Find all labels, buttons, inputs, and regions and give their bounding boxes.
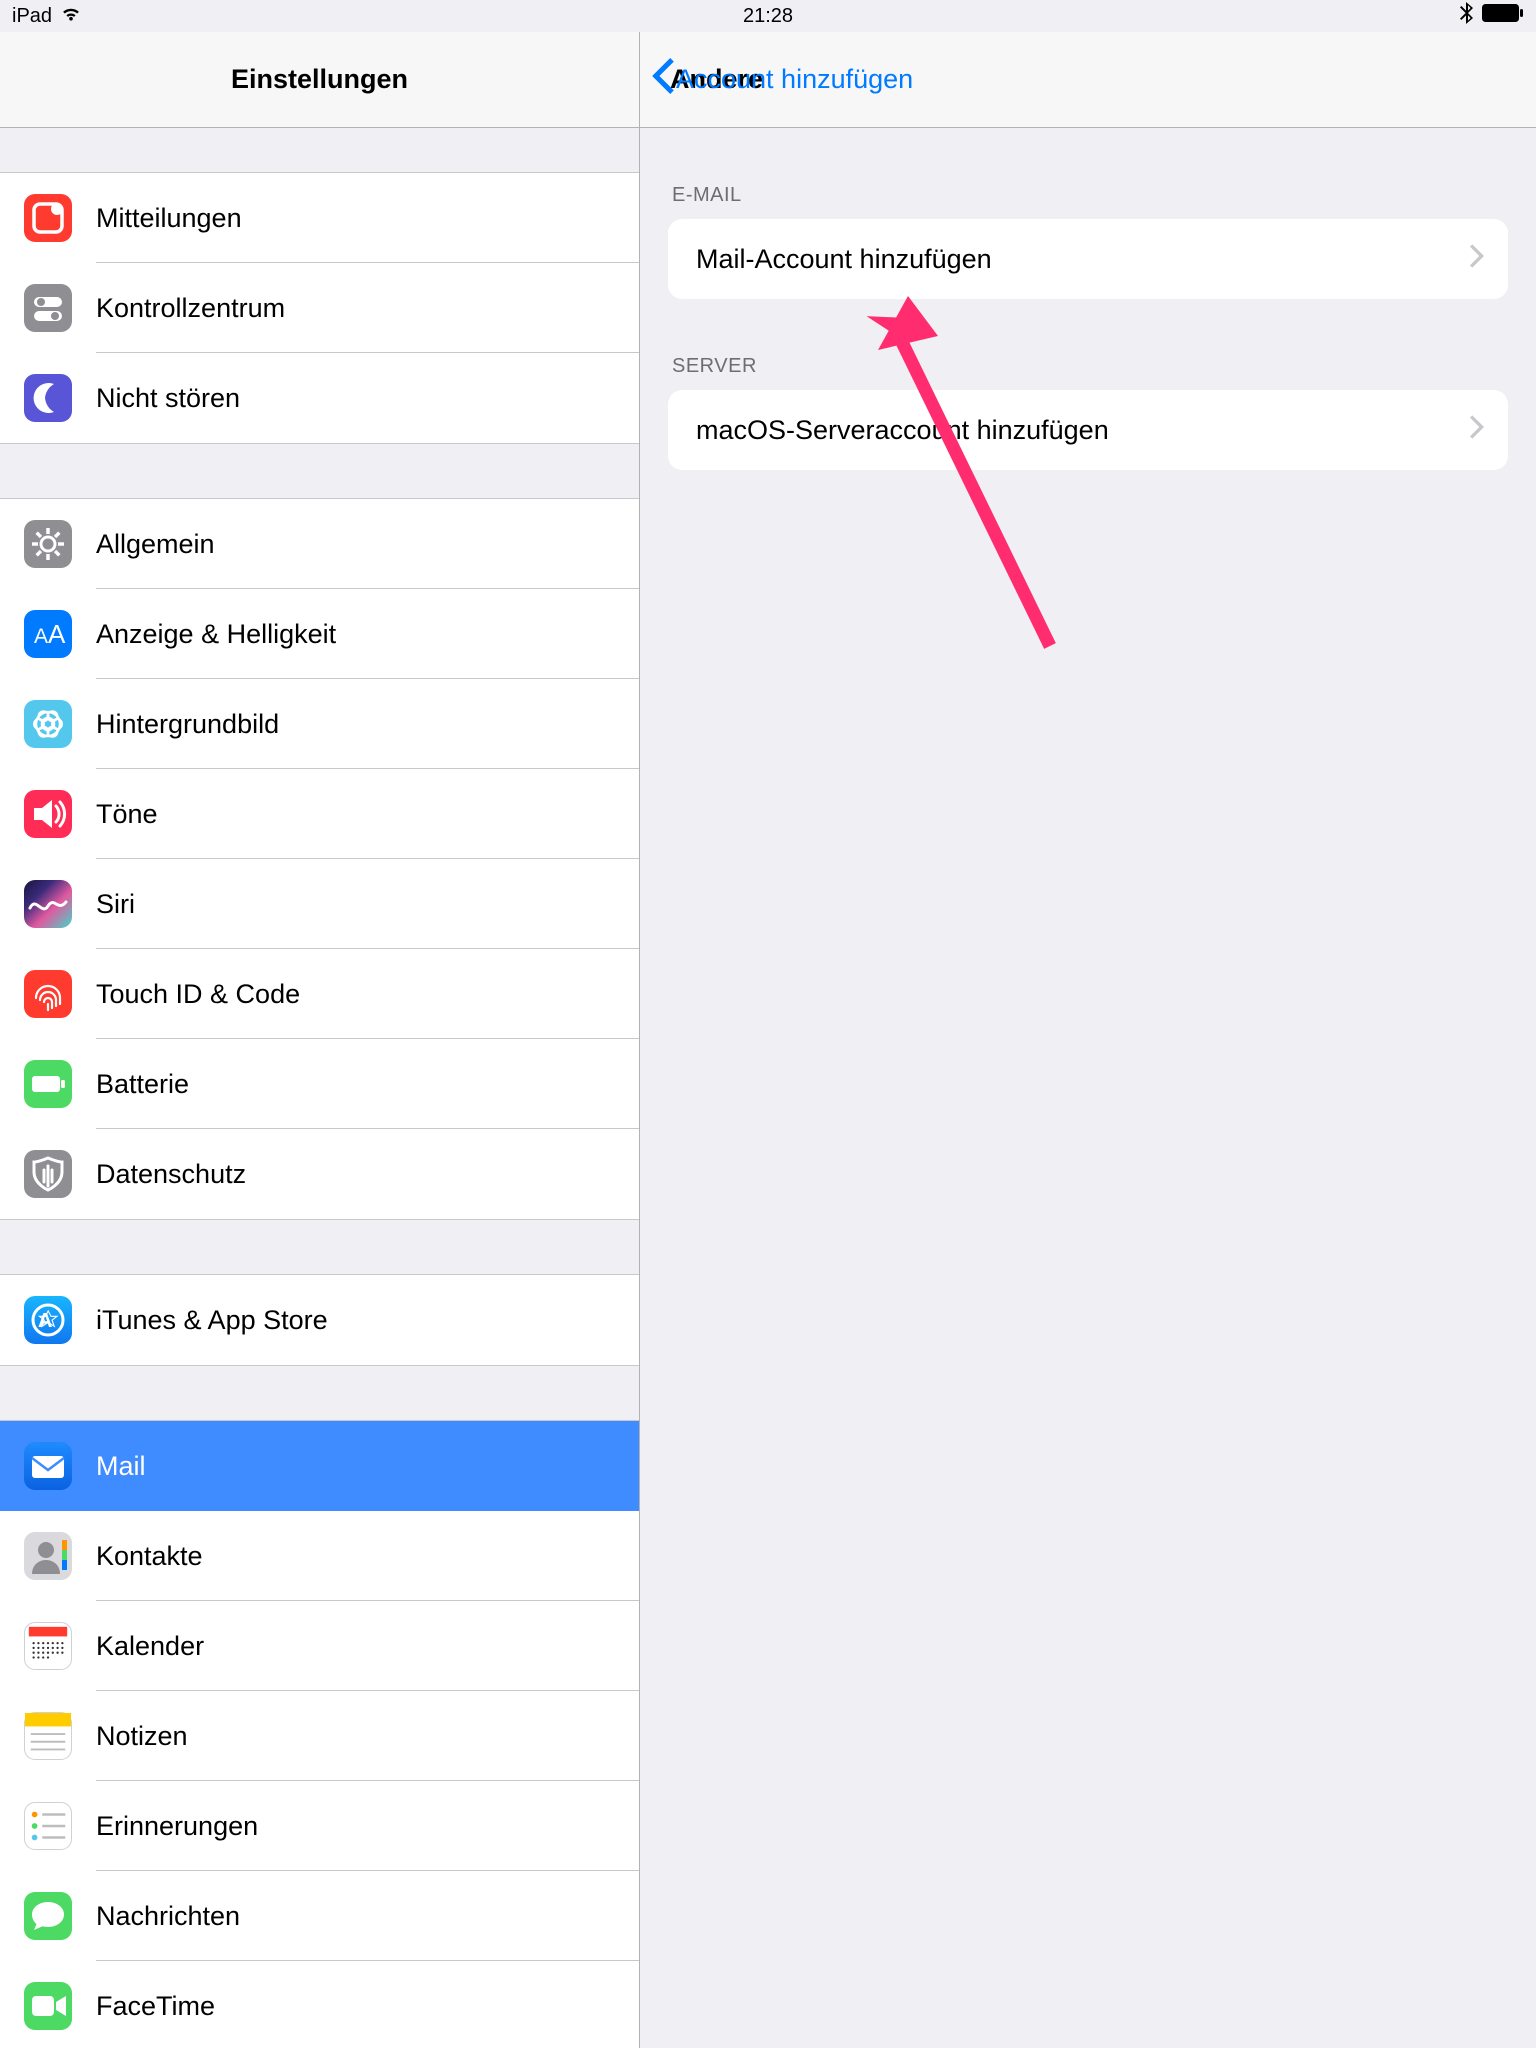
sidebar-item-messages[interactable]: Nachrichten bbox=[0, 1871, 639, 1961]
sidebar-item-siri[interactable]: Siri bbox=[0, 859, 639, 949]
bluetooth-icon bbox=[1460, 2, 1474, 30]
itunes-icon: A bbox=[24, 1296, 72, 1344]
siri-icon bbox=[24, 880, 72, 928]
sidebar-item-label: Mail bbox=[96, 1451, 146, 1482]
chevron-right-icon bbox=[1470, 413, 1484, 447]
chevron-left-icon bbox=[652, 58, 674, 101]
mail-icon bbox=[24, 1442, 72, 1490]
sidebar-item-label: Erinnerungen bbox=[96, 1811, 258, 1842]
contacts-icon bbox=[24, 1532, 72, 1580]
section-header: SERVER bbox=[640, 299, 1536, 390]
chevron-right-icon bbox=[1470, 242, 1484, 276]
dnd-icon bbox=[24, 374, 72, 422]
display-icon: AA bbox=[24, 610, 72, 658]
sidebar-item-label: FaceTime bbox=[96, 1991, 215, 2022]
sidebar-item-touchid[interactable]: Touch ID & Code bbox=[0, 949, 639, 1039]
privacy-icon bbox=[24, 1150, 72, 1198]
sidebar-item-itunes[interactable]: AiTunes & App Store bbox=[0, 1275, 639, 1365]
sounds-icon bbox=[24, 790, 72, 838]
sidebar-item-sounds[interactable]: Töne bbox=[0, 769, 639, 859]
sidebar-item-display[interactable]: AA Anzeige & Helligkeit bbox=[0, 589, 639, 679]
sidebar-item-label: Hintergrundbild bbox=[96, 709, 279, 740]
sidebar-item-label: Notizen bbox=[96, 1721, 188, 1752]
sidebar-item-label: iTunes & App Store bbox=[96, 1305, 328, 1336]
sidebar-item-reminders[interactable]: Erinnerungen bbox=[0, 1781, 639, 1871]
detail-navbar: Account hinzufügen Andere bbox=[640, 32, 1536, 128]
clock: 21:28 bbox=[743, 5, 793, 28]
reminders-icon bbox=[24, 1802, 72, 1850]
sidebar-item-label: Anzeige & Helligkeit bbox=[96, 619, 336, 650]
general-icon bbox=[24, 520, 72, 568]
sidebar-item-label: Kalender bbox=[96, 1631, 204, 1662]
sidebar-item-label: Kontakte bbox=[96, 1541, 203, 1572]
sidebar-item-privacy[interactable]: Datenschutz bbox=[0, 1129, 639, 1219]
sidebar-item-dnd[interactable]: Nicht stören bbox=[0, 353, 639, 443]
section-header: E-MAIL bbox=[640, 128, 1536, 219]
sidebar-item-wallpaper[interactable]: Hintergrundbild bbox=[0, 679, 639, 769]
svg-text:A: A bbox=[38, 1310, 52, 1332]
touchid-icon bbox=[24, 970, 72, 1018]
battery-icon bbox=[24, 1060, 72, 1108]
sidebar-item-controlcenter[interactable]: Kontrollzentrum bbox=[0, 263, 639, 353]
sidebar-item-label: Mitteilungen bbox=[96, 203, 242, 234]
sidebar-item-facetime[interactable]: FaceTime bbox=[0, 1961, 639, 2048]
svg-text:A: A bbox=[48, 619, 66, 649]
wifi-icon bbox=[60, 5, 82, 28]
settings-sidebar: Einstellungen Mitteilungen Kontrollzentru… bbox=[0, 32, 640, 2048]
add-mail-row[interactable]: Mail-Account hinzufügen bbox=[668, 219, 1508, 299]
sidebar-item-general[interactable]: Allgemein bbox=[0, 499, 639, 589]
calendar-icon bbox=[24, 1622, 72, 1670]
sidebar-item-contacts[interactable]: Kontakte bbox=[0, 1511, 639, 1601]
notifications-icon bbox=[24, 194, 72, 242]
sidebar-item-label: Nachrichten bbox=[96, 1901, 240, 1932]
row-label: macOS-Serveraccount hinzufügen bbox=[696, 415, 1470, 446]
row-label: Mail-Account hinzufügen bbox=[696, 244, 1470, 275]
sidebar-item-label: Nicht stören bbox=[96, 383, 240, 414]
device-name: iPad bbox=[12, 5, 52, 28]
status-bar: iPad 21:28 bbox=[0, 0, 1536, 32]
controlcenter-icon bbox=[24, 284, 72, 332]
sidebar-item-calendar[interactable]: Kalender bbox=[0, 1601, 639, 1691]
sidebar-item-battery[interactable]: Batterie bbox=[0, 1039, 639, 1129]
sidebar-navbar: Einstellungen bbox=[0, 32, 639, 128]
svg-text:A: A bbox=[34, 625, 48, 648]
battery-icon bbox=[1482, 4, 1524, 28]
sidebar-item-label: Kontrollzentrum bbox=[96, 293, 285, 324]
sidebar-item-label: Datenschutz bbox=[96, 1159, 246, 1190]
add-macos-server-row[interactable]: macOS-Serveraccount hinzufügen bbox=[668, 390, 1508, 470]
sidebar-item-notes[interactable]: Notizen bbox=[0, 1691, 639, 1781]
sidebar-item-label: Töne bbox=[96, 799, 158, 830]
back-button[interactable]: Account hinzufügen bbox=[652, 58, 913, 101]
back-label: Account hinzufügen bbox=[676, 64, 913, 95]
messages-icon bbox=[24, 1892, 72, 1940]
sidebar-item-label: Touch ID & Code bbox=[96, 979, 300, 1010]
sidebar-item-label: Batterie bbox=[96, 1069, 189, 1100]
sidebar-title: Einstellungen bbox=[231, 64, 408, 95]
sidebar-item-notifications[interactable]: Mitteilungen bbox=[0, 173, 639, 263]
sidebar-item-label: Siri bbox=[96, 889, 135, 920]
facetime-icon bbox=[24, 1982, 72, 2030]
sidebar-item-label: Allgemein bbox=[96, 529, 215, 560]
notes-icon bbox=[24, 1712, 72, 1760]
sidebar-item-mail[interactable]: Mail bbox=[0, 1421, 639, 1511]
detail-pane: Account hinzufügen Andere E-MAIL Mail-Acc… bbox=[640, 32, 1536, 2048]
wallpaper-icon bbox=[24, 700, 72, 748]
